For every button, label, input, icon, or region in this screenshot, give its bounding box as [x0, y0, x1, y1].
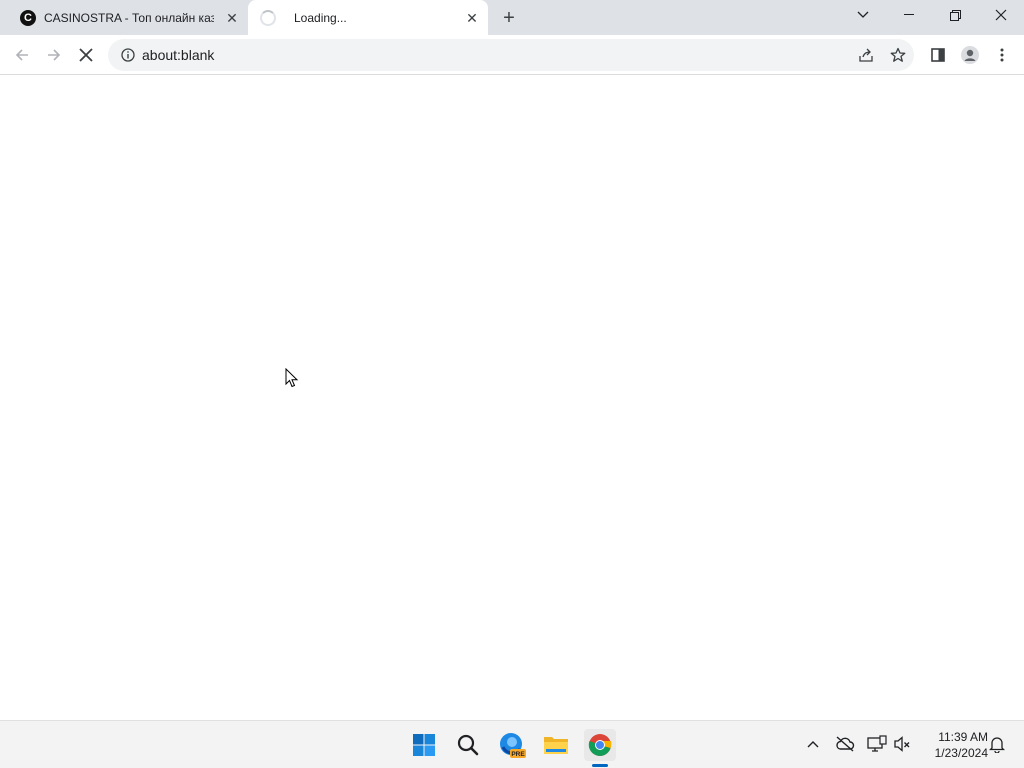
- share-icon[interactable]: [852, 41, 880, 69]
- close-window-button[interactable]: [978, 0, 1024, 30]
- page-content[interactable]: [0, 76, 1024, 720]
- new-tab-button[interactable]: +: [498, 7, 520, 29]
- minimize-button[interactable]: [886, 0, 932, 30]
- mouse-cursor-icon: [285, 368, 299, 388]
- url-text: about:blank: [142, 47, 215, 63]
- edge-badge-text: PRE: [511, 751, 525, 758]
- tab-search-chevron-icon[interactable]: [840, 0, 886, 30]
- windows-start-icon[interactable]: [408, 729, 440, 761]
- search-icon[interactable]: [452, 729, 484, 761]
- menu-dots-icon[interactable]: [988, 41, 1016, 69]
- forward-arrow-icon[interactable]: [40, 41, 68, 69]
- volume-mute-icon[interactable]: [892, 733, 914, 755]
- cloud-off-icon[interactable]: [834, 733, 856, 755]
- address-bar[interactable]: about:blank: [108, 39, 914, 71]
- tab-loading[interactable]: Loading... ✕: [248, 0, 488, 35]
- casinostra-favicon-icon: C: [20, 9, 36, 26]
- chevron-up-icon[interactable]: [802, 733, 824, 755]
- back-arrow-icon[interactable]: [8, 41, 36, 69]
- system-clock[interactable]: 11:39 AM 1/23/2024: [918, 729, 988, 761]
- close-tab-icon[interactable]: ✕: [464, 10, 480, 26]
- profile-icon[interactable]: [956, 41, 984, 69]
- windows-taskbar: PRE 11:39 AM 1/23/2024: [0, 720, 1024, 768]
- loading-spinner-icon: [260, 9, 276, 26]
- bookmark-star-icon[interactable]: [884, 41, 912, 69]
- tab-title: CASINOSTRA - Топ онлайн кази: [44, 10, 214, 25]
- file-explorer-icon[interactable]: [540, 729, 572, 761]
- bell-icon[interactable]: [986, 733, 1008, 755]
- clock-time: 11:39 AM: [938, 730, 988, 744]
- stop-icon[interactable]: [72, 41, 100, 69]
- close-tab-icon[interactable]: ✕: [224, 10, 240, 26]
- tab-strip: C CASINOSTRA - Топ онлайн кази ✕ Loading…: [0, 0, 1024, 35]
- edge-icon[interactable]: PRE: [496, 729, 528, 761]
- tab-title: Loading...: [294, 10, 347, 25]
- active-app-indicator: [592, 764, 608, 767]
- chrome-icon[interactable]: [584, 729, 616, 761]
- network-icon[interactable]: [866, 733, 888, 755]
- info-icon[interactable]: [120, 47, 136, 63]
- side-panel-icon[interactable]: [924, 41, 952, 69]
- clock-date: 1/23/2024: [934, 746, 988, 760]
- restore-button[interactable]: [932, 0, 978, 30]
- browser-toolbar: about:blank: [0, 35, 1024, 75]
- tab-casinostra[interactable]: C CASINOSTRA - Топ онлайн кази ✕: [8, 0, 248, 35]
